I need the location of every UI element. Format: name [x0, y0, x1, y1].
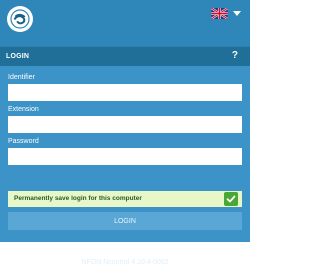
login-title: LOGIN — [6, 53, 30, 60]
login-panel: LOGIN ? Identifier Extension Password Pe… — [0, 47, 250, 266]
save-login-row[interactable]: Permanently save login for this computer — [8, 191, 242, 207]
password-input[interactable] — [8, 148, 242, 165]
save-login-label: Permanently save login for this computer — [14, 195, 142, 202]
app-window: LOGIN ? Identifier Extension Password Pe… — [0, 0, 250, 266]
identifier-input[interactable] — [8, 84, 242, 101]
language-selector[interactable] — [211, 8, 241, 19]
login-header: LOGIN ? — [0, 47, 250, 66]
password-label: Password — [8, 138, 39, 145]
chevron-down-icon — [233, 11, 241, 16]
checkmark-icon — [226, 195, 236, 203]
help-button[interactable]: ? — [232, 51, 238, 61]
identifier-label: Identifier — [8, 74, 35, 81]
extension-label: Extension — [8, 106, 39, 113]
login-button[interactable]: LOGIN — [8, 212, 242, 230]
save-login-checkbox[interactable] — [224, 192, 238, 206]
extension-input[interactable] — [8, 116, 242, 133]
top-bar — [0, 0, 250, 46]
nfon-logo-icon — [7, 6, 33, 32]
uk-flag-icon — [211, 8, 228, 19]
version-label: NFON Ncontrol 4.10.4-0002 — [81, 259, 169, 266]
